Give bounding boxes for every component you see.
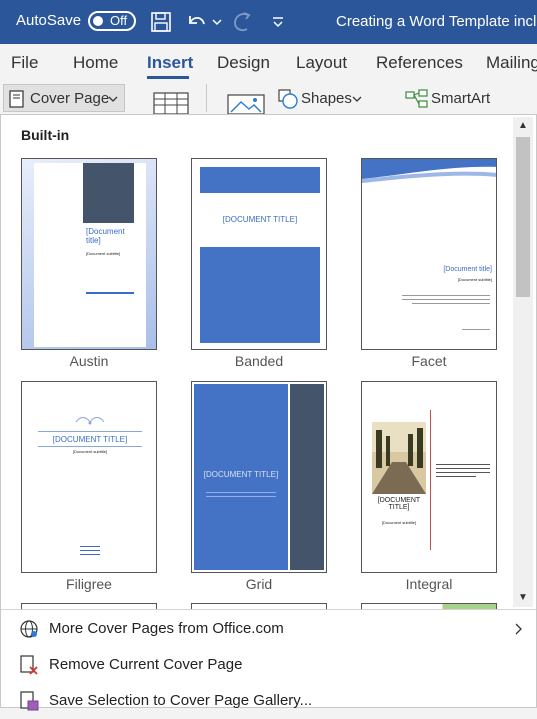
banded-title: [DOCUMENT TITLE]: [222, 215, 298, 224]
autosave-label: AutoSave: [16, 12, 82, 29]
facet-header-graphic: [362, 159, 496, 183]
menu-save-label: Save Selection to Cover Page Gallery...: [49, 692, 313, 709]
grid-title: [DOCUMENT TITLE]: [203, 470, 279, 479]
tab-insert[interactable]: Insert: [147, 53, 193, 73]
menu-save-selection[interactable]: Save Selection to Cover Page Gallery...: [1, 683, 536, 719]
austin-rule: [86, 292, 134, 294]
pictures-icon[interactable]: [227, 94, 265, 114]
shapes-icon: [278, 89, 298, 109]
integral-text-line: [436, 472, 490, 473]
facet-text-line: [402, 299, 490, 300]
filigree-subtitle: [Document subtitle]: [72, 449, 108, 454]
facet-text-line: [402, 295, 490, 296]
grid-text-line: [206, 492, 276, 493]
cover-banded[interactable]: [DOCUMENT TITLE]: [191, 158, 327, 350]
austin-label: Austin: [69, 353, 109, 369]
document-title: Creating a Word Template incl: [336, 13, 537, 30]
ribbon: Cover Page Shapes SmartArt: [0, 80, 537, 114]
banded-bottom-band: [200, 247, 320, 343]
austin-title: [Document title]: [86, 227, 125, 245]
shapes-chevron-icon: [352, 96, 362, 102]
tab-design[interactable]: Design: [217, 53, 270, 73]
chevron-right-icon: [515, 623, 522, 635]
customize-qat-icon[interactable]: [270, 10, 286, 34]
austin-subtitle: [Document subtitle]: [86, 251, 121, 256]
smartart-icon: [405, 89, 428, 108]
integral-text-line: [436, 468, 490, 469]
integral-title: [DOCUMENT TITLE]: [377, 497, 421, 511]
cover-page-button[interactable]: Cover Page: [3, 84, 125, 112]
cover-page-label: Cover Page: [30, 90, 110, 107]
chevron-down-icon: [108, 96, 118, 102]
tab-mailings[interactable]: Mailing: [486, 53, 537, 73]
save-icon[interactable]: [150, 10, 172, 34]
cover-austin[interactable]: [Document title] [Document subtitle]: [21, 158, 157, 350]
redo-icon[interactable]: [230, 10, 254, 34]
toggle-knob: [93, 16, 103, 26]
filigree-ornament: [75, 417, 105, 425]
integral-text-line: [436, 476, 476, 477]
scroll-up-arrow-icon[interactable]: ▲: [513, 117, 533, 135]
menu-remove-cover-page[interactable]: Remove Current Cover Page: [1, 647, 536, 683]
active-tab-indicator: [147, 76, 189, 79]
menu-remove-label: Remove Current Cover Page: [49, 656, 243, 673]
cover-page-icon: [9, 90, 24, 108]
facet-label: Facet: [411, 353, 447, 369]
section-heading: Built-in: [21, 127, 70, 143]
undo-dropdown-icon[interactable]: [211, 10, 223, 34]
table-icon[interactable]: [153, 92, 189, 114]
smartart-button[interactable]: SmartArt: [431, 90, 490, 107]
grid-text-line: [206, 496, 276, 497]
facet-title: [Document title]: [443, 266, 492, 273]
filigree-footer-line: [80, 554, 100, 555]
title-bar: AutoSave Off Creating a Word Template in…: [0, 0, 537, 44]
grid-dark-panel: [290, 384, 324, 570]
filigree-footer-line: [80, 550, 100, 551]
menu-more-cover-pages[interactable]: More Cover Pages from Office.com: [1, 611, 536, 647]
scrollbar-thumb[interactable]: [516, 137, 530, 297]
tab-file[interactable]: File: [11, 53, 38, 73]
shapes-button[interactable]: Shapes: [301, 90, 352, 107]
integral-label: Integral: [405, 576, 453, 592]
grid-label: Grid: [245, 576, 273, 592]
tab-references[interactable]: References: [376, 53, 463, 73]
filigree-rule: [38, 446, 142, 447]
filigree-footer-line: [80, 546, 100, 547]
gallery-scrollbar[interactable]: ▲ ▼: [513, 117, 533, 607]
remove-page-icon: [20, 655, 38, 675]
scroll-down-arrow-icon[interactable]: ▼: [513, 589, 533, 607]
save-to-gallery-icon: [20, 691, 39, 711]
banded-top-band: [200, 167, 320, 193]
menu-more-label: More Cover Pages from Office.com: [49, 620, 284, 637]
toggle-state: Off: [110, 13, 128, 28]
integral-text-line: [436, 464, 490, 465]
integral-subtitle: [Document subtitle]: [381, 520, 417, 525]
cover-grid[interactable]: [DOCUMENT TITLE]: [191, 381, 327, 573]
menu-separator: [1, 609, 536, 610]
filigree-title: [DOCUMENT TITLE]: [52, 435, 128, 444]
banded-label: Banded: [234, 353, 284, 369]
austin-header-block: [83, 163, 134, 223]
globe-icon: [20, 620, 38, 638]
tab-layout[interactable]: Layout: [296, 53, 347, 73]
integral-photo: [372, 422, 426, 494]
facet-subtitle: [Document subtitle]: [457, 277, 492, 282]
cover-facet[interactable]: [Document title] [Document subtitle]: [361, 158, 497, 350]
undo-icon[interactable]: [184, 10, 208, 34]
facet-text-line: [412, 303, 490, 304]
ribbon-tabs: File Home Insert Design Layout Reference…: [0, 44, 537, 80]
integral-vertical-rule: [430, 410, 431, 550]
autosave-toggle[interactable]: Off: [88, 11, 136, 31]
facet-text-line: [462, 329, 490, 330]
cover-filigree[interactable]: [DOCUMENT TITLE] [Document subtitle]: [21, 381, 157, 573]
tab-home[interactable]: Home: [73, 53, 118, 73]
cover-integral[interactable]: [DOCUMENT TITLE] [Document subtitle]: [361, 381, 497, 573]
ribbon-divider: [206, 84, 207, 112]
filigree-label: Filigree: [66, 576, 112, 592]
filigree-rule: [38, 431, 142, 432]
cover-page-gallery: Built-in [Document title] [Document subt…: [0, 114, 537, 711]
